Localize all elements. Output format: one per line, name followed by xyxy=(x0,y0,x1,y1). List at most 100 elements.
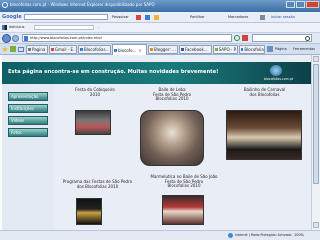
tab-facebook[interactable]: Facebook... xyxy=(179,45,212,54)
maximize-button[interactable] xyxy=(296,1,305,8)
item-caption-line: dos Blocofolias 2010 xyxy=(76,183,119,189)
tab-label: SAPO - P... xyxy=(218,47,237,52)
site-logo xyxy=(270,65,282,76)
item-photo[interactable] xyxy=(140,110,204,166)
facebook-icon xyxy=(181,48,184,51)
google-toolbar: Google Pesquisar Partilhar Marcadores In… xyxy=(0,12,320,23)
item-caption-line: dos Blocofolias xyxy=(249,91,280,97)
delicious-label[interactable]: delicious xyxy=(9,25,24,29)
tab-blocofolias-2[interactable]: Blocofolias... xyxy=(239,45,265,54)
tab-blogger[interactable]: Blogger: ... xyxy=(148,45,178,54)
quick-tabs-icon[interactable] xyxy=(18,47,24,52)
toolbar2-hint: . xyxy=(98,25,100,29)
tab-label: Blocofolias... xyxy=(244,47,264,52)
sapo-icon xyxy=(215,48,218,51)
stop-icon[interactable] xyxy=(242,35,248,41)
marcadores-button[interactable]: Marcadores xyxy=(228,15,248,19)
item-caption-line: Blocofolias 2010 xyxy=(155,96,189,101)
partilhar-button[interactable]: Partilhar xyxy=(190,15,205,19)
minimize-button[interactable] xyxy=(286,1,295,8)
address-row: http://www.blocofolias.com.pt/index.html xyxy=(0,33,320,44)
favorites-star-icon[interactable] xyxy=(2,46,8,52)
tab-label: Facebook... xyxy=(185,47,208,52)
gallery-item[interactable]: Festa do Cobiqueiro 2010 xyxy=(60,87,130,138)
gallery-item[interactable]: Programa das Festas de São Pedro dos Blo… xyxy=(60,179,135,230)
item-photo[interactable] xyxy=(162,195,204,225)
scrollbar-thumb[interactable] xyxy=(313,64,319,184)
scroll-up-arrow[interactable] xyxy=(313,56,319,62)
tab-gmail[interactable]: Gmail - E... xyxy=(49,45,77,54)
tab-label: Pagina xyxy=(32,47,46,52)
tab-favicon xyxy=(80,48,83,51)
nav-fotos[interactable]: Fotos xyxy=(8,128,48,137)
blogger-icon xyxy=(150,48,153,51)
item-photo[interactable] xyxy=(75,110,111,135)
site-container: Esta página encontra-se em construção. M… xyxy=(2,55,311,230)
delicious-toolbar: delicious . xyxy=(0,23,320,33)
nav-label: Apresentação xyxy=(11,94,39,99)
tab-pagina[interactable]: Pagina xyxy=(26,45,48,54)
window-title: blocofolias.com.pt - Windows Internet Ex… xyxy=(10,2,155,7)
site-banner: Esta página encontra-se em construção. M… xyxy=(2,62,311,84)
nav-label: Instituições xyxy=(11,106,34,111)
close-tab-icon[interactable]: × xyxy=(138,48,141,53)
pagina-menu[interactable]: Página xyxy=(275,47,287,51)
gmail-icon xyxy=(51,48,54,51)
toolbar-icon[interactable] xyxy=(136,15,141,20)
add-favorite-icon[interactable] xyxy=(10,46,16,52)
google-logo: Google xyxy=(2,14,22,20)
tab-label: Blocofolias... xyxy=(84,47,110,52)
toolbar2-field[interactable] xyxy=(34,25,94,30)
back-button[interactable] xyxy=(2,34,11,43)
scroll-down-arrow[interactable] xyxy=(313,222,319,228)
nav-videos[interactable]: Vídeos xyxy=(8,116,48,125)
tab-label: blocofo... xyxy=(118,47,137,53)
security-zone: Internet | Modo Protegido: Activado xyxy=(235,233,292,237)
tab-blocofolias[interactable]: Blocofolias... xyxy=(78,45,111,54)
tab-favicon xyxy=(28,48,31,51)
item-photo[interactable] xyxy=(76,198,102,225)
status-bar: Internet | Modo Protegido: Activado 100% xyxy=(0,230,320,240)
wrench-icon[interactable] xyxy=(260,15,265,20)
address-value: http://www.blocofolias.com.pt/index.html xyxy=(30,36,102,40)
tab-blocofo-active[interactable]: blocofo... × xyxy=(112,44,147,55)
google-search-input[interactable] xyxy=(24,14,108,20)
title-bar: blocofolias.com.pt - Windows Internet Ex… xyxy=(0,0,320,12)
banner-text: Esta página encontra-se em construção. M… xyxy=(8,69,219,75)
close-button[interactable] xyxy=(306,1,319,8)
toolbar-icon[interactable] xyxy=(145,15,150,20)
ferramentas-menu[interactable]: Ferramentas xyxy=(293,47,315,51)
nav-instituicoes[interactable]: Instituições xyxy=(8,104,48,113)
search-icon[interactable] xyxy=(305,36,310,41)
gallery-item[interactable]: Bailinho de Carnaval dos Blocofolias xyxy=(222,87,307,163)
ie-icon xyxy=(2,2,8,8)
forward-button[interactable] xyxy=(12,35,19,42)
tab-label: Gmail - E... xyxy=(54,47,76,52)
home-icon[interactable] xyxy=(267,46,273,52)
page-icon xyxy=(24,36,28,41)
nav-label: Vídeos xyxy=(11,118,25,123)
vertical-scrollbar[interactable] xyxy=(311,55,320,230)
refresh-icon[interactable] xyxy=(234,35,240,41)
tab-favicon xyxy=(241,48,244,51)
nav-apresentacao[interactable]: Apresentação xyxy=(8,92,48,101)
item-caption-line: 2010 xyxy=(89,91,101,97)
search-box[interactable] xyxy=(252,34,312,42)
tab-favicon xyxy=(114,48,117,52)
logo-text: blocofolias.com.pt xyxy=(264,77,294,81)
tab-label: Blogger: ... xyxy=(154,47,176,52)
nav-label: Fotos xyxy=(11,130,22,135)
iniciar-sessao-link[interactable]: Iniciar sessão xyxy=(271,15,295,19)
page-viewport: Esta página encontra-se em construção. M… xyxy=(0,55,320,230)
pesquisar-button[interactable]: Pesquisar xyxy=(112,15,129,19)
address-input[interactable]: http://www.blocofolias.com.pt/index.html xyxy=(22,34,232,42)
toolbar-icon[interactable] xyxy=(154,15,159,20)
delicious-icon xyxy=(2,25,7,30)
gallery-item[interactable]: Marmelutica no Baile de São João Festa d… xyxy=(144,174,224,230)
item-photo[interactable] xyxy=(226,110,302,160)
site-sidebar: Apresentação Instituições Vídeos Fotos xyxy=(2,84,54,230)
item-caption-line: Blocofolias 2010 xyxy=(167,183,201,188)
tab-sapo[interactable]: SAPO - P... xyxy=(213,45,238,54)
globe-icon xyxy=(228,233,233,238)
zoom-level[interactable]: 100% xyxy=(294,233,304,237)
